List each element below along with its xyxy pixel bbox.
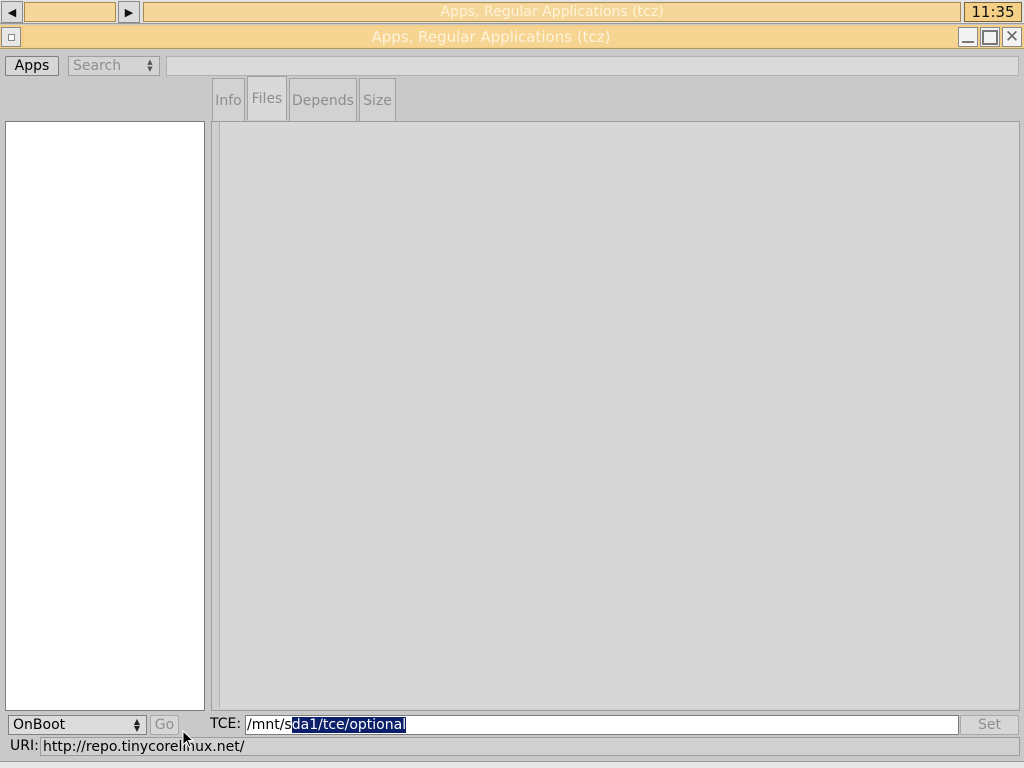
window-title: Apps, Regular Applications (tcz) bbox=[24, 27, 958, 47]
uri-label: URI: bbox=[10, 738, 39, 754]
uri-value: http://repo.tinycorelinux.net/ bbox=[43, 738, 245, 755]
install-mode-label: OnBoot bbox=[13, 717, 66, 733]
taskbar-scroll-right-icon[interactable]: ▶ bbox=[118, 1, 140, 23]
window-titlebar[interactable]: Apps, Regular Applications (tcz) ✕ bbox=[0, 25, 1024, 49]
window-menu-icon[interactable] bbox=[1, 27, 21, 47]
tce-path-text: /mnt/s bbox=[247, 717, 292, 733]
app-list[interactable] bbox=[5, 121, 205, 711]
tce-label: TCE: bbox=[210, 716, 242, 732]
close-icon[interactable]: ✕ bbox=[1002, 27, 1022, 47]
mouse-pointer-icon bbox=[182, 730, 194, 748]
taskbar: ◀ ▶ Apps, Regular Applications (tcz) 11:… bbox=[0, 0, 1024, 24]
search-input[interactable] bbox=[166, 56, 1019, 76]
go-button[interactable]: Go bbox=[150, 715, 179, 735]
maximize-icon[interactable] bbox=[980, 27, 1000, 47]
spinner-arrows-icon: ▲ ▼ bbox=[147, 58, 153, 73]
tab-size[interactable]: Size bbox=[359, 78, 396, 122]
set-button[interactable]: Set bbox=[960, 715, 1019, 735]
tab-files[interactable]: Files bbox=[247, 76, 287, 120]
minimize-icon[interactable] bbox=[958, 27, 978, 47]
tab-info[interactable]: Info bbox=[212, 78, 245, 122]
tab-depends[interactable]: Depends bbox=[289, 78, 357, 122]
search-mode-select[interactable]: Search ▲ ▼ bbox=[68, 56, 160, 76]
spinner-arrows-icon: ▲ ▼ bbox=[133, 717, 141, 733]
bottom-taskbar-edge bbox=[0, 761, 1024, 768]
tce-directory-input[interactable]: /mnt/s da1/tce/optional bbox=[245, 715, 959, 735]
install-mode-select[interactable]: OnBoot ▲ ▼ bbox=[8, 715, 147, 735]
apps-button[interactable]: Apps bbox=[5, 56, 59, 76]
tce-path-selection: da1/tce/optional bbox=[291, 717, 407, 733]
taskbar-slot[interactable] bbox=[24, 2, 116, 22]
taskbar-task-button[interactable]: Apps, Regular Applications (tcz) bbox=[143, 2, 961, 22]
clock: 11:35 bbox=[964, 2, 1022, 22]
files-content[interactable] bbox=[219, 122, 1019, 708]
search-mode-label: Search bbox=[73, 58, 122, 74]
taskbar-scroll-left-icon[interactable]: ◀ bbox=[1, 1, 23, 23]
